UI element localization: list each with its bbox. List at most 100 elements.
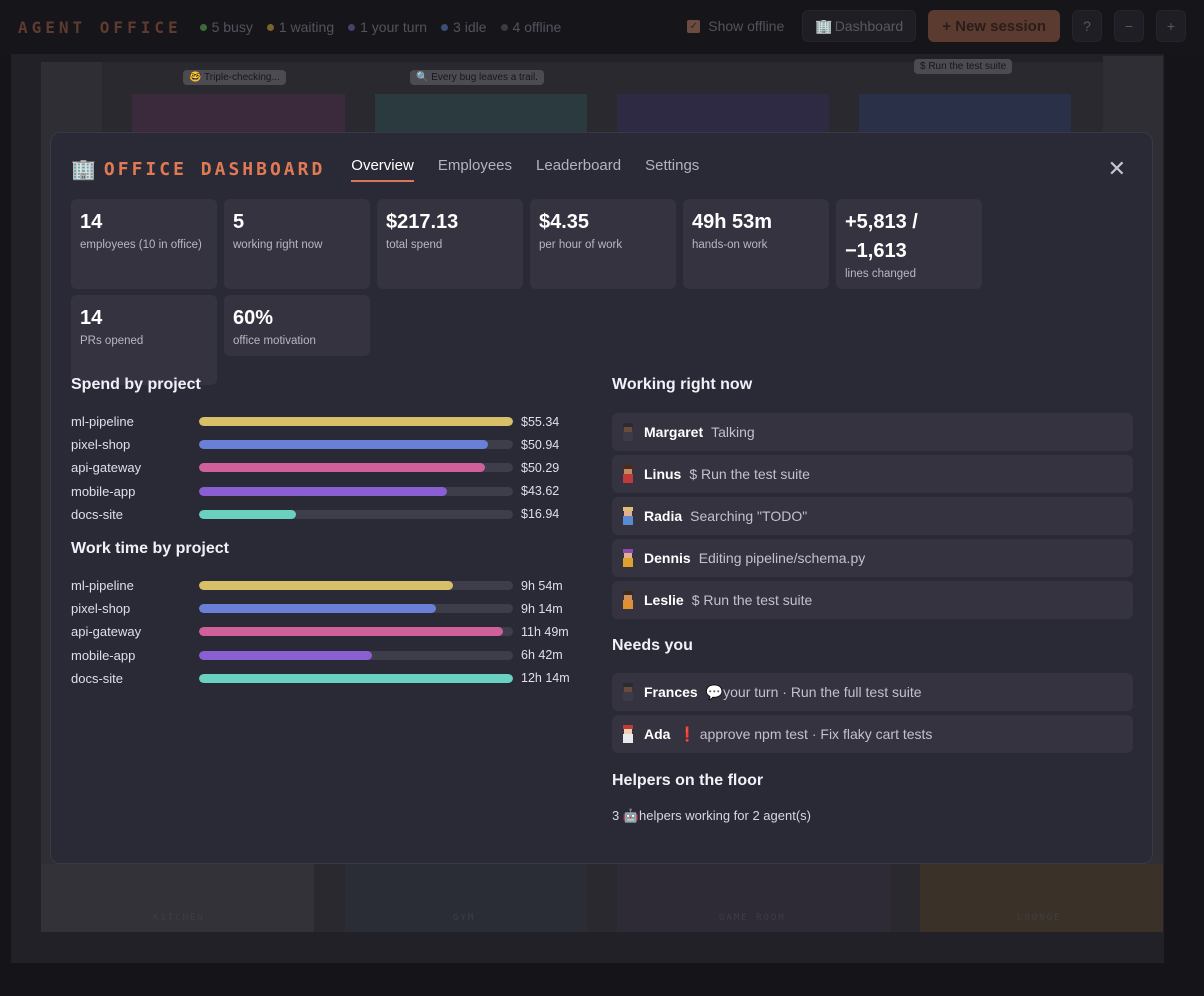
project-value: $55.34: [521, 414, 560, 429]
status-dot-icon: [500, 23, 508, 31]
bar-fill: [199, 417, 513, 427]
avatar: [622, 423, 634, 441]
app-title: AGENT OFFICE: [18, 17, 182, 37]
dashboard-button[interactable]: 🏢 Dashboard: [802, 10, 917, 42]
agent-row[interactable]: Frances 💬your turn · Run the full test su…: [612, 673, 1133, 711]
bar-fill: [199, 581, 454, 591]
project-value: 11h 49m: [521, 624, 569, 639]
stat-label: office motivation: [233, 335, 316, 347]
agent-name: Radia: [644, 508, 683, 524]
stat-value: $4.35: [539, 211, 590, 233]
project-name: ml-pipeline: [71, 578, 134, 594]
tab-overview[interactable]: Overview: [351, 157, 414, 182]
project-value: $50.29: [521, 460, 560, 475]
status-summary: 5 busy 1 waiting 1 your turn 3 idle 4 offlin…: [199, 19, 561, 35]
agent-name: Leslie: [644, 592, 684, 608]
project-name: pixel-shop: [71, 437, 131, 453]
avatar: [622, 549, 634, 567]
agent-activity: Talking: [711, 424, 755, 440]
status-dot-icon: [441, 23, 449, 31]
stat-value: 14: [80, 211, 103, 233]
stat-value: +5,813 / −1,613: [845, 211, 918, 262]
agent-name: Dennis: [644, 550, 691, 566]
status-item: 3 idle: [441, 19, 487, 35]
bar-fill: [199, 463, 485, 473]
avatar: [622, 591, 634, 609]
modal-header: 🏢 OFFICE DASHBOARD Overview Employees Lead…: [71, 157, 699, 182]
stat-label: employees (10 in office): [80, 239, 202, 251]
status-dot-icon: [348, 23, 356, 31]
agent-activity: Editing pipeline/schema.py: [698, 550, 866, 566]
project-bar-row: mobile-app $43.62: [71, 480, 571, 503]
zoom-out-button[interactable]: −: [1114, 10, 1144, 42]
needs-you-title: Needs you: [612, 637, 693, 654]
agent-name: Frances: [644, 684, 698, 700]
project-name: api-gateway: [71, 624, 142, 640]
stat-label: per hour of work: [539, 239, 623, 251]
tab-employees[interactable]: Employees: [438, 157, 512, 182]
bar-fill: [199, 650, 372, 660]
office-desk-1: [132, 94, 345, 134]
stat-card: $4.35 per hour of work: [530, 199, 676, 289]
needs-list: Frances 💬your turn · Run the full test su…: [612, 673, 1133, 753]
new-session-button[interactable]: + New session: [928, 10, 1060, 42]
bar-track: [199, 440, 513, 450]
office-building-icon: 🏢: [71, 159, 96, 181]
bar-track: [199, 463, 513, 473]
project-bar-row: api-gateway $50.29: [71, 456, 571, 479]
project-bar-row: pixel-shop $50.94: [71, 433, 571, 456]
stat-value: 60%: [233, 307, 274, 329]
tab-settings[interactable]: Settings: [645, 157, 699, 182]
agent-row[interactable]: Linus $ Run the test suite: [612, 455, 1133, 493]
room-label-gym: GYM: [453, 913, 476, 923]
spend-bars: ml-pipeline $55.34 pixel-shop $50.94 api-gat…: [71, 410, 571, 526]
helpers-title: Helpers on the floor: [612, 772, 764, 789]
show-offline-toggle[interactable]: ✓ Show offline: [687, 18, 784, 34]
project-name: mobile-app: [71, 483, 136, 499]
office-desk-2: [375, 94, 587, 134]
stat-label: hands-on work: [692, 239, 768, 251]
stat-card: 49h 53m hands-on work: [683, 199, 829, 289]
agent-row[interactable]: Ada ❗ approve npm test · Fix flaky cart t…: [612, 715, 1133, 753]
status-label: 5 busy: [211, 19, 253, 35]
speech-bubble: 🤓 Triple-checking...: [183, 70, 286, 85]
agent-activity: $ Run the test suite: [689, 466, 810, 482]
show-offline-label: Show offline: [708, 18, 785, 34]
agent-activity: ❗ approve npm test · Fix flaky cart test…: [678, 725, 933, 742]
project-bar-row: ml-pipeline 9h 54m: [71, 574, 571, 597]
project-name: docs-site: [71, 670, 124, 686]
toolbar: ✓ Show offline 🏢 Dashboard + New session…: [687, 10, 1186, 42]
avatar: [622, 725, 634, 743]
status-item: 5 busy: [199, 19, 253, 35]
agent-row[interactable]: Margaret Talking: [612, 413, 1133, 451]
avatar-shirt: [623, 734, 633, 743]
help-button[interactable]: ?: [1072, 10, 1102, 42]
project-value: 9h 54m: [521, 578, 563, 593]
project-value: $50.94: [521, 437, 560, 452]
status-label: 3 idle: [453, 19, 487, 35]
checkbox-checked-icon[interactable]: ✓: [687, 19, 701, 33]
bar-track: [199, 604, 513, 614]
bar-fill: [199, 440, 488, 450]
status-item: 4 offline: [500, 19, 561, 35]
stat-value: 49h 53m: [692, 211, 773, 233]
project-bar-row: ml-pipeline $55.34: [71, 410, 571, 433]
status-item: 1 your turn: [348, 19, 427, 35]
project-bar-row: mobile-app 6h 42m: [71, 644, 571, 667]
project-value: $43.62: [521, 484, 560, 499]
right-column: Working right now Margaret Talking Linus $ …: [612, 376, 1133, 824]
agent-row[interactable]: Leslie $ Run the test suite: [612, 581, 1133, 619]
agent-row[interactable]: Dennis Editing pipeline/schema.py: [612, 539, 1133, 577]
agent-row[interactable]: Radia Searching "TODO": [612, 497, 1133, 535]
tab-leaderboard[interactable]: Leaderboard: [536, 157, 621, 182]
avatar-shirt: [623, 558, 633, 567]
zoom-in-button[interactable]: +: [1156, 10, 1186, 42]
bar-track: [199, 627, 513, 637]
agent-activity: Searching "TODO": [690, 508, 808, 524]
stat-label: PRs opened: [80, 335, 144, 347]
stat-card: 60% office motivation: [224, 295, 370, 356]
bar-track: [199, 486, 513, 496]
agent-name: Ada: [644, 726, 671, 742]
close-icon[interactable]: ✕: [1108, 158, 1126, 180]
avatar-shirt: [623, 516, 633, 525]
